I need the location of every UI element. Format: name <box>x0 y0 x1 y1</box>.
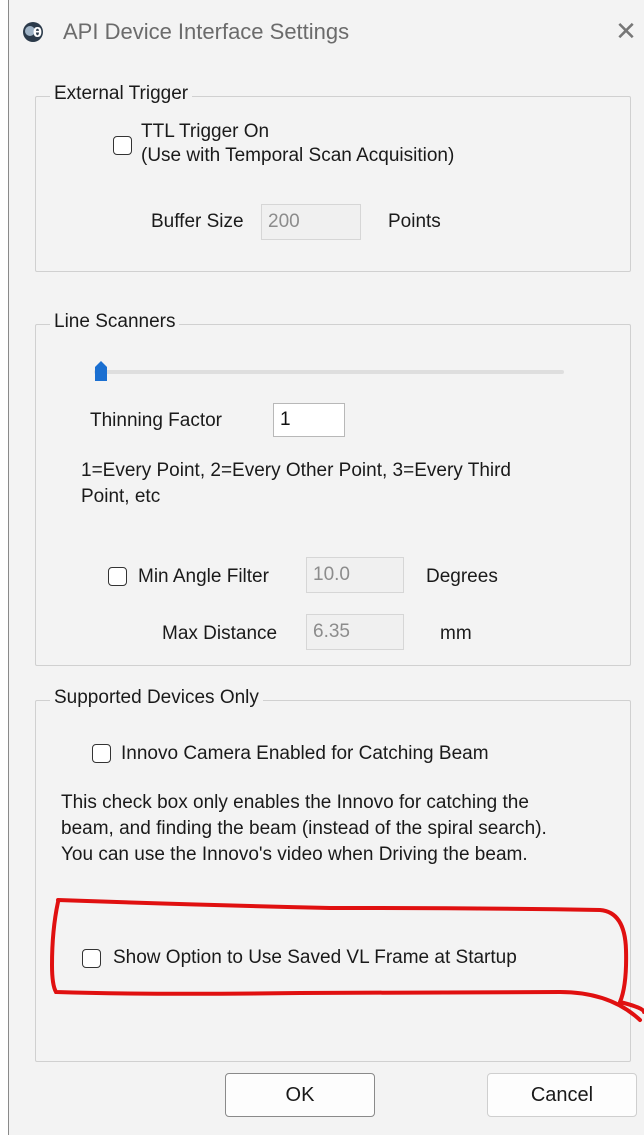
line-scanners-group: Line Scanners Thinning Factor 1 1=Every … <box>35 311 631 666</box>
buffer-size-label: Buffer Size <box>151 211 244 232</box>
innovo-desc-line2: beam, and finding the beam (instead of t… <box>61 818 547 839</box>
cancel-button[interactable]: Cancel <box>487 1073 637 1117</box>
thinning-slider-thumb[interactable] <box>94 360 108 382</box>
innovo-desc-line3: You can use the Innovo's video when Driv… <box>61 844 528 865</box>
saved-vl-frame-checkbox[interactable] <box>82 949 101 968</box>
supported-devices-legend: Supported Devices Only <box>50 687 263 709</box>
min-angle-label[interactable]: Min Angle Filter <box>138 566 269 588</box>
app-logo-icon: θ <box>23 22 43 42</box>
close-icon[interactable]: ✕ <box>613 16 639 46</box>
max-distance-field[interactable]: 6.35 <box>306 614 404 650</box>
thinning-slider-track[interactable] <box>94 370 564 374</box>
ok-button[interactable]: OK <box>225 1073 375 1117</box>
title-bar[interactable]: θ API Device Interface Settings ✕ <box>9 0 644 64</box>
window-title: API Device Interface Settings <box>63 19 350 44</box>
innovo-camera-label[interactable]: Innovo Camera Enabled for Catching Beam <box>121 743 489 765</box>
innovo-camera-checkbox[interactable] <box>92 744 111 763</box>
thinning-help-line2: Point, etc <box>81 486 161 507</box>
max-distance-label: Max Distance <box>162 623 278 644</box>
external-trigger-legend: External Trigger <box>50 83 193 105</box>
thinning-factor-label: Thinning Factor <box>90 410 223 431</box>
line-scanners-legend: Line Scanners <box>50 311 180 333</box>
buffer-size-field[interactable]: 200 <box>261 204 361 240</box>
thinning-factor-input[interactable]: 1 <box>273 403 345 437</box>
ttl-trigger-label[interactable]: TTL Trigger On <box>141 121 269 143</box>
min-angle-checkbox[interactable] <box>108 567 127 586</box>
svg-text:θ: θ <box>33 26 42 41</box>
ttl-trigger-checkbox[interactable] <box>113 136 132 155</box>
max-distance-unit: mm <box>440 623 472 644</box>
supported-devices-group: Supported Devices Only Innovo Camera Ena… <box>35 687 631 1062</box>
saved-vl-frame-label[interactable]: Show Option to Use Saved VL Frame at Sta… <box>113 947 517 969</box>
min-angle-field[interactable]: 10.0 <box>306 557 404 593</box>
thinning-help-line1: 1=Every Point, 2=Every Other Point, 3=Ev… <box>81 460 511 481</box>
innovo-desc-line1: This check box only enables the Innovo f… <box>61 792 529 813</box>
ttl-trigger-sublabel: (Use with Temporal Scan Acquisition) <box>141 145 455 166</box>
external-trigger-group: External Trigger TTL Trigger On (Use wit… <box>35 83 631 272</box>
min-angle-unit: Degrees <box>426 566 498 587</box>
dialog-window: θ API Device Interface Settings ✕ Extern… <box>8 0 644 1135</box>
buffer-size-unit: Points <box>388 211 441 232</box>
